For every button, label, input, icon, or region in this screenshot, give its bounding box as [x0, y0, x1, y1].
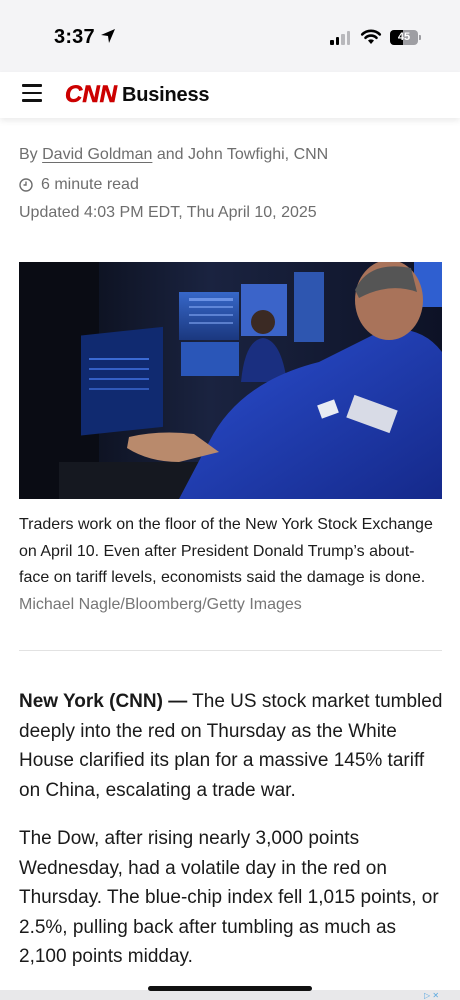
- wifi-icon: [360, 29, 382, 44]
- battery-cap: [419, 35, 421, 40]
- byline-joiner: and: [156, 146, 184, 163]
- author-link[interactable]: David Goldman: [42, 146, 152, 163]
- clock-icon: [19, 178, 33, 192]
- article-paragraph: The Dow, after rising nearly 3,000 point…: [19, 824, 444, 972]
- article-photo[interactable]: [19, 262, 442, 499]
- battery-percent: 45: [397, 31, 411, 43]
- dateline: New York (CNN) —: [19, 691, 188, 712]
- battery-icon: 45: [390, 30, 418, 45]
- ad-banner[interactable]: [0, 990, 460, 1000]
- cnn-logo[interactable]: CNN: [64, 80, 118, 108]
- adchoices-icon[interactable]: ▷: [424, 991, 430, 1000]
- trading-floor-image: [19, 262, 442, 499]
- status-time: 3:37: [54, 26, 95, 48]
- cellular-signal-icon: [330, 31, 350, 45]
- author-name: John Towfighi, CNN: [188, 146, 329, 163]
- home-indicator[interactable]: [148, 986, 312, 991]
- close-icon[interactable]: ✕: [432, 991, 439, 1000]
- read-time: 6 minute read: [19, 176, 139, 194]
- svg-text:CNN: CNN: [65, 81, 118, 108]
- byline: By David Goldman and John Towfighi, CNN: [19, 146, 328, 164]
- hamburger-menu-icon[interactable]: [22, 84, 42, 102]
- location-arrow-icon: [101, 29, 115, 43]
- section-name[interactable]: Business: [122, 84, 210, 107]
- article-paragraph: New York (CNN) — The US stock market tum…: [19, 687, 444, 805]
- divider: [19, 650, 442, 651]
- photo-caption: Traders work on the floor of the New Yor…: [19, 512, 444, 618]
- read-time-text: 6 minute read: [41, 176, 139, 193]
- byline-prefix: By: [19, 146, 38, 163]
- status-bar: 3:37 45: [0, 0, 460, 72]
- site-header: CNN Business: [0, 72, 460, 118]
- caption-text: Traders work on the floor of the New Yor…: [19, 516, 433, 586]
- paragraph-text: The Dow, after rising nearly 3,000 point…: [19, 828, 439, 967]
- ad-controls[interactable]: ▷ ✕: [424, 991, 439, 1000]
- photo-credit: Michael Nagle/Bloomberg/Getty Images: [19, 595, 302, 613]
- updated-timestamp: Updated 4:03 PM EDT, Thu April 10, 2025: [19, 204, 317, 221]
